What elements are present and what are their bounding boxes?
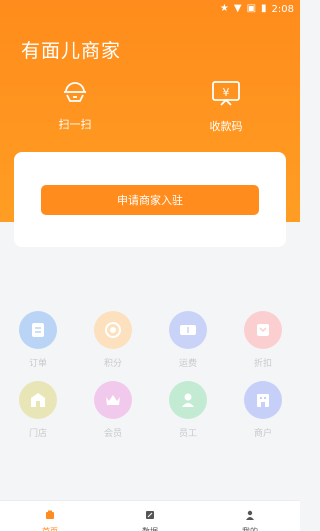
grid-item-merchant[interactable]: 商户	[233, 381, 293, 439]
grid-label: 积分	[103, 359, 122, 369]
page-title: 有面儿商家	[21, 40, 122, 62]
grid-item-store[interactable]: 门店	[8, 381, 68, 439]
payment-code-icon: ¥	[212, 81, 240, 106]
data-icon	[146, 511, 154, 519]
grid-label: 运费	[178, 359, 197, 369]
svg-text:¥: ¥	[223, 86, 230, 99]
points-icon	[94, 311, 132, 349]
payment-code-button[interactable]: ¥ 收款码	[181, 80, 271, 134]
discount-icon	[244, 311, 282, 349]
grid-item-discount[interactable]: 折扣	[233, 311, 293, 369]
apply-card: 申请商家入驻	[14, 152, 286, 247]
home-icon	[46, 510, 54, 519]
shipping-icon	[169, 311, 207, 349]
profile-icon	[246, 510, 254, 520]
tab-home[interactable]: 首页	[0, 501, 100, 531]
grid-item-points[interactable]: 积分	[83, 311, 143, 369]
grid-label: 订单	[28, 359, 47, 369]
grid-label: 会员	[103, 429, 122, 439]
tab-label: 首页	[0, 526, 100, 531]
grid-item-shipping[interactable]: 运费	[158, 311, 218, 369]
grid-label: 门店	[28, 429, 47, 439]
tab-profile[interactable]: 我的	[200, 501, 300, 531]
scan-button[interactable]: 扫一扫	[30, 80, 120, 132]
tab-label: 数据	[100, 526, 200, 531]
scan-label: 扫一扫	[58, 118, 92, 131]
grid-item-orders[interactable]: 订单	[8, 311, 68, 369]
grid-label: 商户	[253, 429, 272, 439]
bottom-tab-bar: 首页 数据 我的	[0, 500, 300, 531]
tab-label: 我的	[200, 526, 300, 531]
status-time: 2:08	[271, 3, 294, 15]
apply-merchant-button[interactable]: 申请商家入驻	[41, 185, 259, 215]
status-bar: ★ ▼ ▣ ▮ 2:08	[0, 0, 300, 18]
scan-icon	[64, 82, 86, 102]
tab-data[interactable]: 数据	[100, 501, 200, 531]
battery-icon: ▮	[261, 3, 267, 14]
no-sim-icon: ▣	[246, 3, 257, 14]
grid-item-staff[interactable]: 员工	[158, 381, 218, 439]
merchant-icon	[244, 381, 282, 419]
star-icon: ★	[219, 3, 229, 14]
wifi-icon: ▼	[233, 3, 242, 14]
order-icon	[19, 311, 57, 349]
grid-item-member[interactable]: 会员	[83, 381, 143, 439]
payment-code-label: 收款码	[209, 120, 243, 133]
grid-label: 折扣	[253, 359, 272, 369]
member-icon	[94, 381, 132, 419]
staff-icon	[169, 381, 207, 419]
store-icon	[19, 381, 57, 419]
grid-label: 员工	[178, 429, 197, 439]
